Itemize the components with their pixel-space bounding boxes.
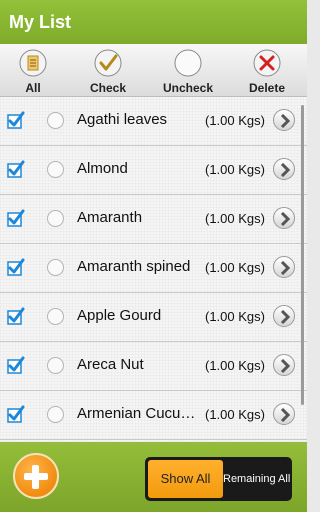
item-name: Apple Gourd	[77, 307, 162, 324]
item-detail-button[interactable]	[273, 207, 295, 229]
chevron-right-icon	[280, 163, 291, 177]
check-label: Check	[89, 81, 127, 95]
uncheck-label: Uncheck	[162, 81, 214, 95]
item-quantity: (1.00 Kgs)	[205, 407, 265, 422]
list-item[interactable]: Almond (1.00 Kgs)	[0, 146, 307, 195]
checkbox-checked-icon[interactable]	[7, 209, 25, 227]
item-quantity: (1.00 Kgs)	[205, 162, 265, 177]
list-item[interactable]: Apple Gourd (1.00 Kgs)	[0, 293, 307, 342]
item-radio[interactable]	[47, 308, 64, 325]
checkbox-checked-icon[interactable]	[7, 111, 25, 129]
bottom-bar: Show All Remaining All	[0, 442, 307, 512]
checkbox-checked-icon[interactable]	[7, 258, 25, 276]
item-detail-button[interactable]	[273, 256, 295, 278]
list-item[interactable]: Amaranth spined (1.00 Kgs)	[0, 244, 307, 293]
checkbox-checked-icon[interactable]	[7, 405, 25, 423]
uncheck-button[interactable]: Uncheck	[152, 44, 224, 97]
item-radio[interactable]	[47, 259, 64, 276]
item-quantity: (1.00 Kgs)	[205, 113, 265, 128]
item-detail-button[interactable]	[273, 109, 295, 131]
checkbox-checked-icon[interactable]	[7, 307, 25, 325]
item-radio[interactable]	[47, 406, 64, 423]
item-name: Armenian Cucu…	[77, 405, 196, 422]
list-scrollbar[interactable]	[301, 105, 304, 405]
list-item[interactable]: Armenian Cucu… (1.00 Kgs)	[0, 391, 307, 440]
item-quantity: (1.00 Kgs)	[205, 358, 265, 373]
list-item[interactable]: Areca Nut (1.00 Kgs)	[0, 342, 307, 391]
app-header: My List	[0, 0, 307, 44]
filter-toggle: Show All Remaining All	[145, 457, 292, 501]
delete-button[interactable]: Delete	[234, 44, 300, 97]
check-button[interactable]: Check	[72, 44, 144, 97]
item-name: Amaranth	[77, 209, 143, 226]
red-x-icon	[253, 49, 281, 77]
item-radio[interactable]	[47, 112, 64, 129]
all-label: All	[25, 81, 41, 95]
item-name: Amaranth spined	[77, 258, 191, 275]
all-button[interactable]: All	[0, 44, 66, 97]
item-name: Almond	[77, 160, 128, 177]
item-quantity: (1.00 Kgs)	[205, 260, 265, 275]
empty-circle-icon	[174, 49, 202, 77]
chevron-right-icon	[280, 310, 291, 324]
list-item[interactable]: Agathi leaves (1.00 Kgs)	[0, 97, 307, 146]
item-radio[interactable]	[47, 161, 64, 178]
delete-label: Delete	[248, 81, 286, 95]
page-title: My List	[9, 12, 72, 32]
item-detail-button[interactable]	[273, 354, 295, 376]
toolbar: All Check Uncheck Delete	[0, 44, 307, 97]
checkbox-checked-icon[interactable]	[7, 160, 25, 178]
chevron-right-icon	[280, 408, 291, 422]
show-all-button[interactable]: Show All	[148, 460, 223, 498]
item-detail-button[interactable]	[273, 305, 295, 327]
notepad-icon	[19, 49, 47, 77]
item-detail-button[interactable]	[273, 403, 295, 425]
item-list[interactable]: Agathi leaves (1.00 Kgs) Almond (1.00 Kg…	[0, 97, 307, 442]
item-name: Areca Nut	[77, 356, 144, 373]
item-name: Agathi leaves	[77, 111, 168, 128]
checkmark-icon	[94, 49, 122, 77]
item-radio[interactable]	[47, 357, 64, 374]
chevron-right-icon	[280, 114, 291, 128]
item-radio[interactable]	[47, 210, 64, 227]
list-item[interactable]: Amaranth (1.00 Kgs)	[0, 195, 307, 244]
chevron-right-icon	[280, 261, 291, 275]
remaining-all-button[interactable]: Remaining All	[223, 460, 290, 498]
chevron-right-icon	[280, 212, 291, 226]
checkbox-checked-icon[interactable]	[7, 356, 25, 374]
add-item-button[interactable]	[13, 453, 59, 499]
item-quantity: (1.00 Kgs)	[205, 309, 265, 324]
item-detail-button[interactable]	[273, 158, 295, 180]
chevron-right-icon	[280, 359, 291, 373]
item-quantity: (1.00 Kgs)	[205, 211, 265, 226]
